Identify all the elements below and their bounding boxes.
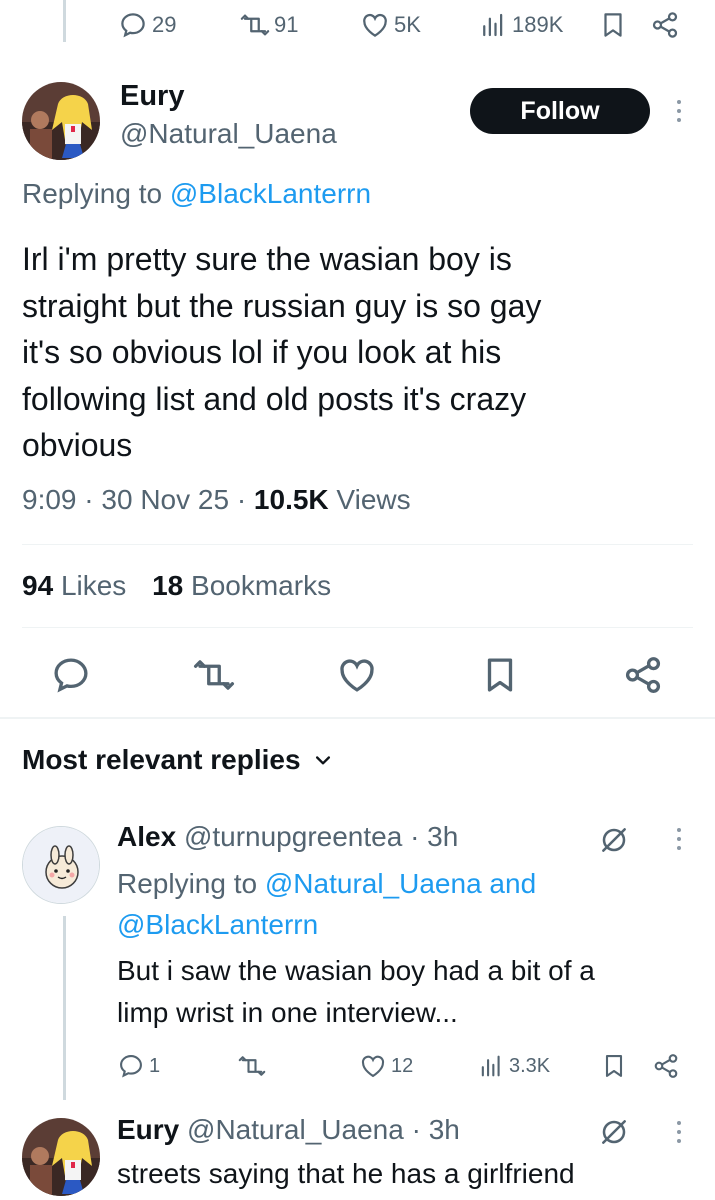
reply-text: streets saying that he has a girlfriend: [117, 1153, 707, 1195]
reply-author-name[interactable]: Alex: [117, 821, 176, 852]
grok-icon[interactable]: [598, 1116, 630, 1148]
views-count: 189K: [512, 12, 564, 37]
replying-to-link[interactable]: @BlackLanterrn: [117, 909, 318, 940]
avatar[interactable]: [22, 826, 100, 904]
like-action[interactable]: 5K: [360, 10, 421, 40]
share-icon[interactable]: [622, 654, 664, 696]
reply-text-line: limp wrist in one interview...: [117, 997, 458, 1028]
reply-icon: [118, 10, 148, 40]
replying-to-link[interactable]: @Natural_Uaena and: [265, 868, 536, 899]
share-icon[interactable]: [652, 1052, 680, 1080]
tweet-time[interactable]: 9:09: [22, 484, 77, 515]
reply-action[interactable]: 1: [117, 1052, 160, 1080]
follow-button[interactable]: Follow: [470, 88, 650, 134]
grok-icon[interactable]: [598, 824, 630, 856]
bookmarks-stat[interactable]: 18 Bookmarks: [152, 570, 331, 601]
reply-time[interactable]: · 3h: [412, 1114, 460, 1145]
views-count: 3.3K: [509, 1054, 551, 1077]
reply-text-line: But i saw the wasian boy had a bit of a: [117, 955, 595, 986]
reply-icon: [117, 1052, 145, 1080]
likes-label: Likes: [60, 570, 127, 601]
bookmark-icon[interactable]: [479, 654, 521, 696]
divider: [22, 627, 693, 628]
views-action[interactable]: 3.3K: [477, 1052, 550, 1080]
like-icon: [359, 1052, 387, 1080]
tweet-text-line: it's so obvious lol if you look at his: [22, 334, 502, 370]
like-count: 5K: [394, 12, 421, 37]
likes-stat[interactable]: 94 Likes: [22, 570, 134, 601]
views-icon: [478, 10, 508, 40]
tweet-date[interactable]: 30 Nov 25: [101, 484, 229, 515]
like-icon: [360, 10, 390, 40]
reply-icon[interactable]: [50, 654, 92, 696]
likes-count: 94: [22, 570, 54, 601]
replying-prefix: Replying to: [117, 868, 258, 899]
more-icon[interactable]: [677, 100, 681, 122]
tweet-text-line: following list and old posts it's crazy: [22, 380, 527, 417]
author-name[interactable]: Eury: [120, 80, 184, 113]
thread-line-top: [63, 0, 66, 42]
views-action[interactable]: 189K: [478, 10, 563, 40]
reply-text: But i saw the wasian boy had a bit of a …: [117, 950, 707, 1034]
avatar[interactable]: [22, 82, 100, 160]
reply-author-handle[interactable]: @Natural_Uaena: [187, 1114, 404, 1145]
like-action[interactable]: 12: [359, 1052, 413, 1080]
bookmark-icon[interactable]: [598, 10, 628, 40]
repost-action[interactable]: 91: [240, 10, 298, 40]
meta-separator: ·: [236, 484, 247, 515]
tweet-text-line: Irl i'm pretty sure the wasian boy is: [22, 241, 512, 277]
views-icon: [477, 1052, 505, 1080]
section-divider: [0, 717, 715, 719]
divider: [22, 544, 693, 545]
bookmarks-label: Bookmarks: [191, 570, 332, 601]
like-count: 12: [391, 1054, 414, 1077]
meta-separator: ·: [84, 484, 94, 515]
reply-count: 29: [152, 12, 177, 37]
tweet-text-line: obvious: [22, 427, 133, 463]
avatar[interactable]: [22, 1118, 100, 1196]
more-icon[interactable]: [677, 828, 681, 850]
repost-icon[interactable]: [238, 1052, 266, 1080]
bookmark-icon[interactable]: [600, 1052, 628, 1080]
author-handle[interactable]: @Natural_Uaena: [120, 118, 337, 150]
repost-count: 91: [274, 12, 299, 37]
chevron-down-icon: [313, 750, 333, 770]
reply-header: Eury @Natural_Uaena · 3h: [117, 1114, 460, 1146]
replying-prefix: Replying to: [22, 178, 163, 209]
engagement-stats: 94 Likes 18 Bookmarks: [22, 570, 331, 602]
reply-action[interactable]: 29: [118, 10, 176, 40]
views-total: 10.5K: [253, 484, 329, 515]
replies-sort-label: Most relevant replies: [22, 744, 301, 775]
tweet-text: Irl i'm pretty sure the wasian boy is st…: [22, 236, 702, 469]
reply-author-name[interactable]: Eury: [117, 1114, 179, 1145]
share-icon[interactable]: [650, 10, 680, 40]
reply-header: Alex @turnupgreentea · 3h: [117, 821, 458, 853]
tweet-meta: 9:09 · 30 Nov 25 · 10.5K Views: [22, 484, 411, 516]
reply-count: 1: [149, 1054, 161, 1077]
thread-line: [63, 916, 66, 1100]
repost-icon[interactable]: [193, 654, 235, 696]
tweet-text-line: straight but the russian guy is so gay: [22, 287, 542, 324]
replying-to-line: Replying to @Natural_Uaena and @BlackLan…: [117, 863, 697, 945]
bookmarks-count: 18: [152, 570, 184, 601]
reply-text-line: streets saying that he has a girlfriend: [117, 1158, 575, 1189]
reply-time[interactable]: · 3h: [410, 821, 458, 852]
replying-to-link[interactable]: @BlackLanterrn: [170, 178, 371, 209]
replies-sort-dropdown[interactable]: Most relevant replies: [22, 744, 333, 776]
views-label: Views: [336, 484, 411, 515]
like-icon[interactable]: [336, 654, 378, 696]
repost-icon: [240, 10, 270, 40]
replying-to-line: Replying to @BlackLanterrn: [22, 178, 371, 210]
more-icon[interactable]: [677, 1121, 681, 1143]
reply-author-handle[interactable]: @turnupgreentea: [184, 821, 402, 852]
